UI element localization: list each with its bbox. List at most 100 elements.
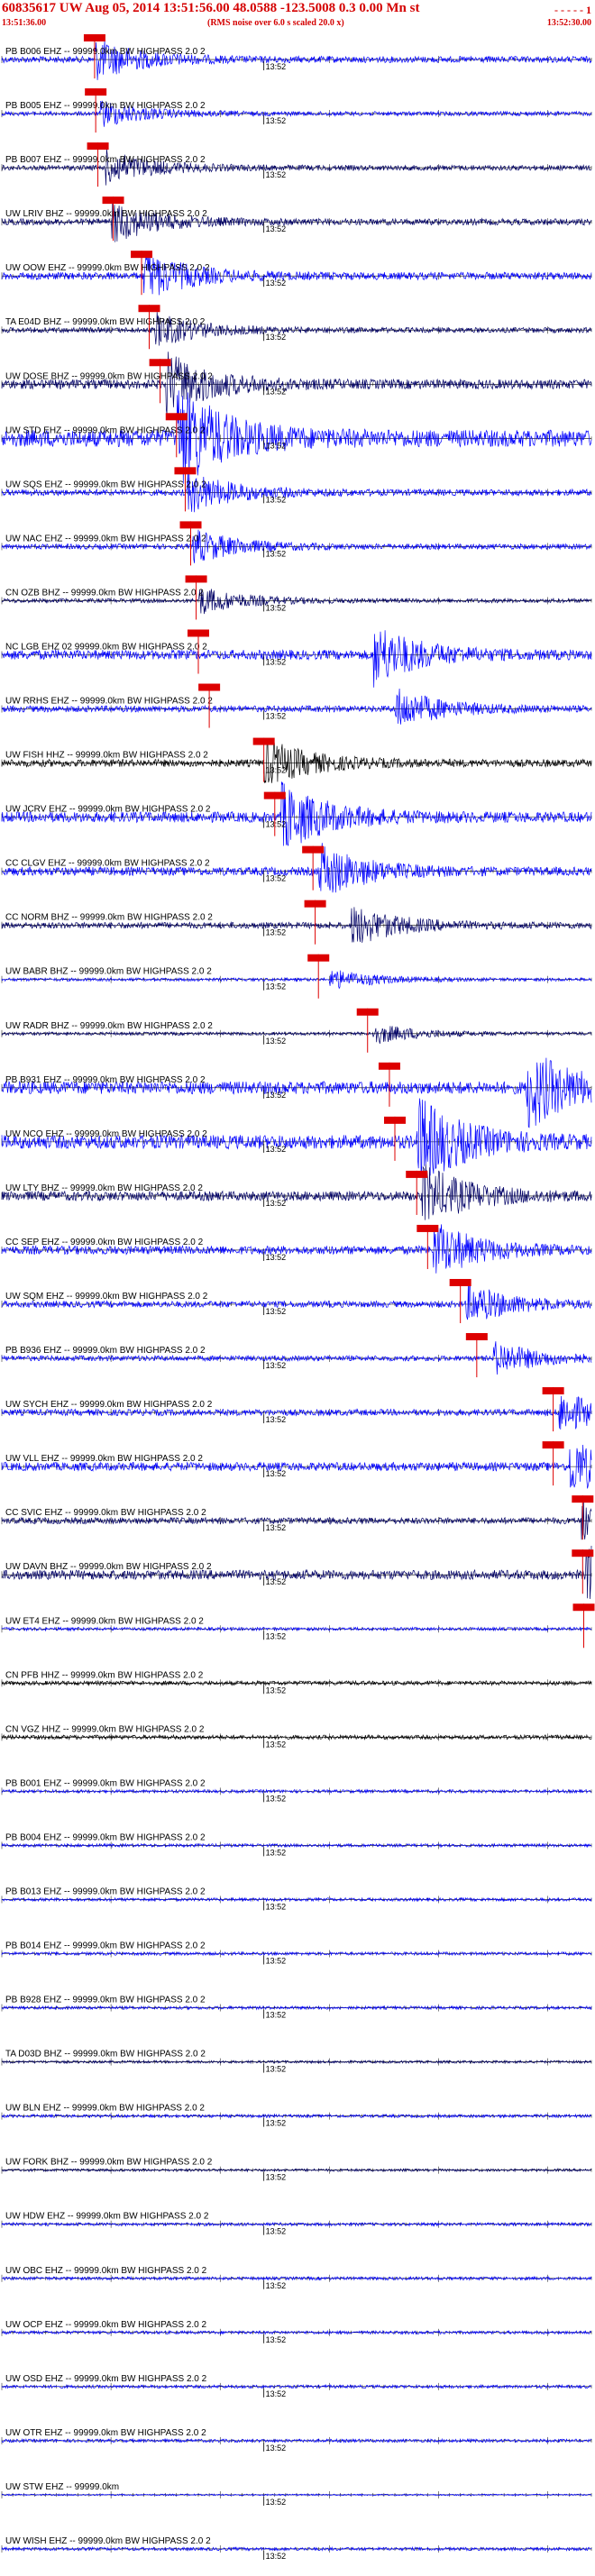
waveform — [1, 688, 592, 725]
minute-mark-label: 13:52 — [266, 712, 287, 721]
trace-label: PB B931 EHZ -- 99999.0km BW HIGHPASS 2.0… — [5, 1075, 206, 1085]
minute-mark-label: 13:52 — [266, 2552, 287, 2561]
trace-row: UW FORK BHZ -- 99999.0km BW HIGHPASS 2.0… — [1, 2158, 592, 2182]
minute-mark-label: 13:52 — [266, 279, 287, 288]
minute-mark-label: 13:52 — [266, 2011, 287, 2020]
trace-label: UW WISH EHZ -- 99999.0km BW HIGHPASS 2.0… — [5, 2536, 211, 2546]
minute-mark-label: 13:52 — [266, 1469, 287, 1478]
minute-mark-label: 13:52 — [266, 1361, 287, 1370]
trace-label: PB B014 EHZ -- 99999.0km BW HIGHPASS 2.0… — [5, 1941, 206, 1951]
trace-row: UW RRHS EHZ -- 99999.0km BW HIGHPASS 2.0… — [1, 683, 592, 728]
trace-label: NC LGB EHZ 02 99999.0km BW HIGHPASS 2.0 … — [5, 642, 207, 652]
minute-mark-label: 13:52 — [266, 2335, 287, 2344]
minute-mark-label: 13:52 — [266, 2119, 287, 2128]
trace-row: UW JCRV EHZ -- 99999.0km BW HIGHPASS 2.0… — [1, 781, 592, 846]
trace-label: PB B936 EHZ -- 99999.0km BW HIGHPASS 2.0… — [5, 1346, 206, 1356]
trace-label: PB B004 EHZ -- 99999.0km BW HIGHPASS 2.0… — [5, 1832, 206, 1842]
minute-mark-label: 13:52 — [266, 2065, 287, 2074]
minute-mark-label: 13:52 — [266, 820, 287, 829]
trace-label: PB B005 EHZ -- 99999.0km BW HIGHPASS 2.0… — [5, 101, 206, 111]
trace-label: TA D03D BHZ -- 99999.0km BW HIGHPASS 2.0… — [5, 2050, 206, 2060]
minute-mark-label: 13:52 — [266, 657, 287, 666]
minute-mark-label: 13:52 — [266, 1685, 287, 1694]
plot-header: 60835617 UW Aug 05, 2014 13:51:56.00 48.… — [0, 0, 595, 32]
trace-row: UW OOW EHZ -- 99999.0km BW HIGHPASS 2.0 … — [1, 251, 592, 296]
minute-mark-label: 13:52 — [266, 116, 287, 125]
trace-label: PB B013 EHZ -- 99999.0km BW HIGHPASS 2.0… — [5, 1886, 206, 1896]
trace-row: PB B936 EHZ -- 99999.0km BW HIGHPASS 2.0… — [1, 1333, 592, 1378]
minute-mark-label: 13:52 — [266, 1794, 287, 1803]
trace-label: UW SQS EHZ -- 99999.0km BW HIGHPASS 2.0 … — [5, 480, 206, 489]
trace-label: CC SEP EHZ -- 99999.0km BW HIGHPASS 2.0 … — [5, 1238, 204, 1247]
start-time: 13:51:36.00 — [2, 18, 47, 28]
waveform — [1, 1224, 592, 1274]
minute-mark-label: 13:52 — [266, 170, 287, 179]
trace-label: CN OZB BHZ -- 99999.0km BW HIGHPASS 2.0 … — [5, 588, 204, 598]
minute-mark-label: 13:52 — [266, 1740, 287, 1749]
trace-label: UW FISH HHZ -- 99999.0km BW HIGHPASS 2.0… — [5, 751, 208, 761]
trace-row: PB B013 EHZ -- 99999.0km BW HIGHPASS 2.0… — [1, 1886, 592, 1911]
trace-row: PB B928 EHZ -- 99999.0km BW HIGHPASS 2.0… — [1, 1996, 592, 2020]
trace-label: PB B928 EHZ -- 99999.0km BW HIGHPASS 2.0… — [5, 1996, 206, 2005]
minute-mark-label: 13:52 — [266, 549, 287, 558]
trace-row: UW OTR EHZ -- 99999.0km BW HIGHPASS 2.0 … — [1, 2428, 592, 2453]
trace-label: UW STW EHZ -- 99999.0km — [5, 2482, 119, 2492]
trace-row: CC CLGV EHZ -- 99999.0km BW HIGHPASS 2.0… — [1, 843, 592, 893]
trace-row: PB B007 EHZ -- 99999.0km BW HIGHPASS 2.0… — [1, 142, 592, 187]
waveform — [1, 254, 592, 296]
event-title: 60835617 UW Aug 05, 2014 13:51:56.00 48.… — [2, 1, 420, 15]
end-time: 13:52:30.00 — [546, 18, 591, 28]
trace-row: PB B006 EHZ -- 99999.0km BW HIGHPASS 2.0… — [1, 34, 592, 80]
trace-row: UW STD EHZ -- 99999.0km BW HIGHPASS 2.0 … — [1, 390, 592, 486]
trace-row: CC SEP EHZ -- 99999.0km BW HIGHPASS 2.0 … — [1, 1224, 592, 1274]
minute-mark-label: 13:52 — [266, 2498, 287, 2507]
trace-label: UW NCO EHZ -- 99999.0km BW HIGHPASS 2.0 … — [5, 1129, 207, 1139]
trace-label: CN VGZ HHZ -- 99999.0km BW HIGHPASS 2.0 … — [5, 1724, 205, 1734]
trace-row: CN VGZ HHZ -- 99999.0km BW HIGHPASS 2.0 … — [1, 1724, 592, 1749]
trace-row: UW DOSE BHZ -- 99999.0km BW HIGHPASS 2.0… — [1, 352, 592, 415]
trace-row: UW WISH EHZ -- 99999.0km BW HIGHPASS 2.0… — [1, 2536, 592, 2561]
minute-mark-label: 13:52 — [266, 1631, 287, 1640]
minute-mark-label: 13:52 — [266, 1902, 287, 1911]
trace-row: UW DAVN BHZ -- 99999.0km BW HIGHPASS 2.0… — [1, 1545, 594, 1600]
trace-label: UW BLN EHZ -- 99999.0km BW HIGHPASS 2.0 … — [5, 2104, 205, 2114]
minute-mark-label: 13:52 — [266, 1577, 287, 1586]
minute-mark-label: 13:52 — [266, 1523, 287, 1532]
trace-row: CN PFB HHZ -- 99999.0km BW HIGHPASS 2.0 … — [1, 1670, 592, 1694]
trace-row: UW NAC EHZ -- 99999.0km BW HIGHPASS 2.0 … — [1, 521, 592, 566]
seismogram-plot: PB B006 EHZ -- 99999.0km BW HIGHPASS 2.0… — [1, 34, 595, 2561]
minute-mark-label: 13:52 — [266, 1037, 287, 1046]
trace-label: UW STD EHZ -- 99999.0km BW HIGHPASS 2.0 … — [5, 425, 206, 435]
minute-mark-label: 13:52 — [266, 1957, 287, 1966]
minute-mark-label: 13:52 — [266, 1145, 287, 1154]
trace-row: PB B001 EHZ -- 99999.0km BW HIGHPASS 2.0… — [1, 1778, 592, 1803]
trace-row: CN OZB BHZ -- 99999.0km BW HIGHPASS 2.0 … — [1, 575, 592, 620]
trace-label: UW DOSE BHZ -- 99999.0km BW HIGHPASS 2.0… — [5, 371, 213, 381]
trace-row: TA E04D BHZ -- 99999.0km BW HIGHPASS 2.0… — [1, 305, 592, 350]
trace-label: UW ET4 EHZ -- 99999.0km BW HIGHPASS 2.0 … — [5, 1616, 204, 1626]
minute-mark-label: 13:52 — [266, 1307, 287, 1316]
trace-row: CC NORM BHZ -- 99999.0km BW HIGHPASS 2.0… — [1, 900, 592, 945]
trace-row: UW FISH HHZ -- 99999.0km BW HIGHPASS 2.0… — [1, 737, 592, 783]
trace-label: UW VLL EHZ -- 99999.0km BW HIGHPASS 2.0 … — [5, 1454, 203, 1464]
minute-mark-label: 13:52 — [266, 2227, 287, 2236]
minute-mark-label: 13:52 — [266, 1253, 287, 1262]
trace-row: UW STW EHZ -- 99999.0km 13:52 — [1, 2482, 592, 2507]
trace-label: PB B006 EHZ -- 99999.0km BW HIGHPASS 2.0… — [5, 47, 206, 57]
trace-row: CC SVIC EHZ -- 99999.0km BW HIGHPASS 2.0… — [1, 1495, 594, 1540]
trace-label: UW BABR BHZ -- 99999.0km BW HIGHPASS 2.0… — [5, 967, 212, 977]
trace-label: UW OCP EHZ -- 99999.0km BW HIGHPASS 2.0 … — [5, 2320, 206, 2330]
minute-mark-label: 13:52 — [266, 1199, 287, 1208]
minute-mark-label: 13:52 — [266, 603, 287, 612]
trace-label: UW JCRV EHZ -- 99999.0km BW HIGHPASS 2.0… — [5, 805, 211, 815]
trace-label: PB B007 EHZ -- 99999.0km BW HIGHPASS 2.0… — [5, 155, 206, 165]
minute-mark-label: 13:52 — [266, 495, 287, 504]
trace-label: UW HDW EHZ -- 99999.0km BW HIGHPASS 2.0 … — [5, 2212, 209, 2222]
waveform — [1, 738, 592, 783]
trace-label: UW LTY BHZ -- 99999.0km BW HIGHPASS 2.0 … — [5, 1183, 203, 1193]
waveform — [1, 1057, 592, 1128]
rms-note: (RMS noise over 6.0 s scaled 20.0 x) — [207, 18, 344, 28]
trace-row: UW RADR BHZ -- 99999.0km BW HIGHPASS 2.0… — [1, 1008, 592, 1053]
trace-row: UW LTY BHZ -- 99999.0km BW HIGHPASS 2.0 … — [1, 1164, 592, 1220]
trace-label: UW RRHS EHZ -- 99999.0km BW HIGHPASS 2.0… — [5, 697, 213, 707]
